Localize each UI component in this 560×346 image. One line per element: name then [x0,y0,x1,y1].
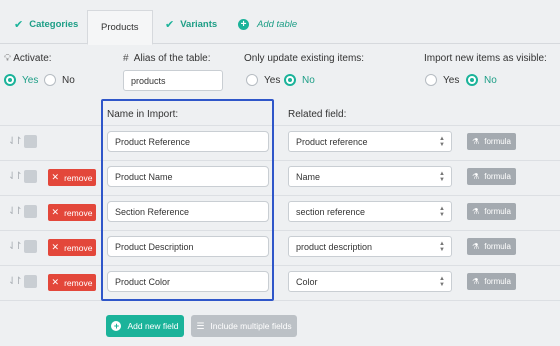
table-row: ⇃↾ ✕ remove Section Reference section re… [0,195,560,230]
table-row: ⇃↾ Product Reference Product reference ▲… [0,125,560,160]
sort-handle-icon[interactable]: ⇃↾ [8,241,23,252]
tab-variants[interactable]: ✔ Variants [165,10,217,38]
select-value: Color [296,277,318,287]
related-field-header: Related field: [288,109,347,120]
tab-label: Variants [180,18,218,30]
import-visible-yes-radio[interactable]: Yes [425,74,459,86]
related-field-select[interactable]: Product reference ▲ ▼ [288,131,452,152]
activate-yes-radio[interactable]: Yes [4,74,38,86]
select-arrows-icon: ▲ ▼ [439,206,445,218]
activate-no-radio[interactable]: No [44,74,75,86]
add-new-field-button[interactable]: + Add new field [106,315,184,337]
close-icon: ✕ [51,207,60,217]
only-update-label: Only update existing items: [244,53,365,64]
related-field-select[interactable]: product description ▲ ▼ [288,236,452,257]
flask-icon: ⚗ [472,137,480,146]
related-field-select[interactable]: Color ▲ ▼ [288,271,452,292]
flask-icon: ⚗ [472,207,480,216]
radio-selected-icon [4,74,16,86]
tab-label: Products [101,22,139,33]
list-icon: ☰ [196,320,205,331]
table-row: ⇃↾ ✕ remove Product Name Name ▲ ▼ ⚗ formu… [0,160,560,195]
formula-button[interactable]: ⚗ formula [467,203,516,220]
radio-selected-icon [466,74,478,86]
formula-button[interactable]: ⚗ formula [467,133,516,150]
alias-label: # Alias of the table: [123,53,211,64]
lightbulb-icon: 💡︎ [4,53,11,64]
select-arrows-icon: ▲ ▼ [439,276,445,288]
row-checkbox[interactable] [24,240,37,253]
select-arrows-icon: ▲ ▼ [439,171,445,183]
radio-icon [44,74,56,86]
row-checkbox[interactable] [24,275,37,288]
sort-handle-icon[interactable]: ⇃↾ [8,171,23,182]
plus-circle-icon: + [111,321,122,331]
radio-selected-icon [284,74,296,86]
check-icon: ✔ [165,18,175,31]
only-update-no-radio[interactable]: No [284,74,315,86]
add-table-tab[interactable]: + Add table [238,10,297,38]
close-icon: ✕ [51,277,60,287]
alias-input[interactable]: products [123,70,223,91]
table-row: ⇃↾ ✕ remove Product Description product … [0,230,560,265]
radio-icon [425,74,437,86]
hash-icon: # [123,53,129,64]
flask-icon: ⚗ [472,277,480,286]
select-value: section reference [296,207,366,217]
select-arrows-icon: ▲ ▼ [439,241,445,253]
activate-label: 💡︎ Activate: [4,53,52,64]
sort-handle-icon[interactable]: ⇃↾ [8,206,23,217]
row-checkbox[interactable] [24,170,37,183]
tab-label: Add table [257,18,298,30]
row-checkbox[interactable] [24,135,37,148]
sort-handle-icon[interactable]: ⇃↾ [8,136,23,147]
sort-handle-icon[interactable]: ⇃↾ [8,276,23,287]
flask-icon: ⚗ [472,172,480,181]
tab-categories[interactable]: ✔ Categories [14,10,78,38]
related-field-select[interactable]: section reference ▲ ▼ [288,201,452,222]
tab-label: Categories [29,18,79,30]
close-icon: ✕ [51,172,60,182]
select-arrows-icon: ▲ ▼ [439,136,445,148]
radio-icon [246,74,258,86]
formula-button[interactable]: ⚗ formula [467,238,516,255]
row-divider [0,300,560,301]
close-icon: ✕ [51,242,60,252]
table-tabs: ✔ Categories Products ✔ Variants + Add t… [0,0,560,45]
formula-button[interactable]: ⚗ formula [467,168,516,185]
table-row: ⇃↾ ✕ remove Product Color Color ▲ ▼ ⚗ for… [0,265,560,300]
remove-button[interactable]: ✕ remove [48,169,96,186]
remove-button[interactable]: ✕ remove [48,274,96,291]
row-checkbox[interactable] [24,205,37,218]
plus-circle-icon: + [238,18,249,30]
check-icon: ✔ [14,18,24,31]
name-column-highlight [101,99,274,301]
flask-icon: ⚗ [472,242,480,251]
select-value: product description [296,242,373,252]
import-visible-no-radio[interactable]: No [466,74,497,86]
include-multiple-fields-button[interactable]: ☰ Include multiple fields [191,315,297,337]
formula-button[interactable]: ⚗ formula [467,273,516,290]
remove-button[interactable]: ✕ remove [48,204,96,221]
related-field-select[interactable]: Name ▲ ▼ [288,166,452,187]
tab-products[interactable]: Products [87,10,153,45]
remove-button[interactable]: ✕ remove [48,239,96,256]
import-visible-label: Import new items as visible: [424,53,547,64]
select-value: Product reference [296,137,368,147]
only-update-yes-radio[interactable]: Yes [246,74,280,86]
select-value: Name [296,172,321,182]
